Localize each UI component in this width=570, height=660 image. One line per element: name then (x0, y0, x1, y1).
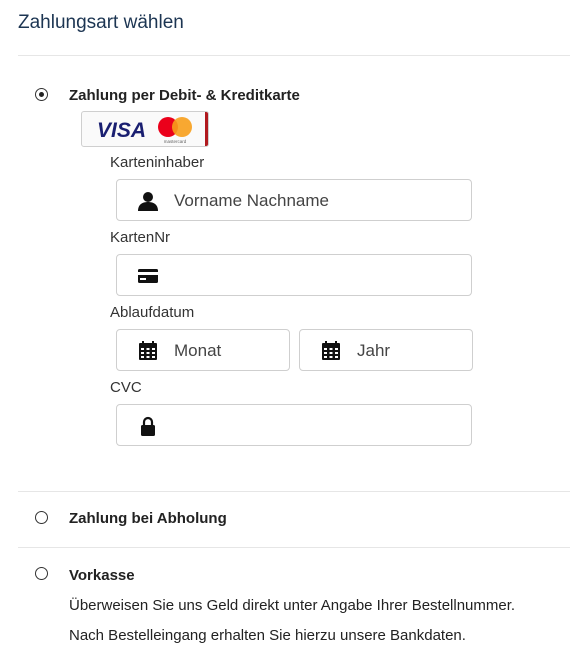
card-logos: VISA mastercard (81, 111, 209, 147)
page-title: Zahlungsart wählen (18, 12, 184, 33)
cardholder-input[interactable]: Vorname Nachname (116, 179, 472, 221)
cvc-input[interactable] (116, 404, 472, 446)
expiry-month-input[interactable]: Monat (116, 329, 290, 371)
prepayment-description-line-2: Nach Bestelleingang erhalten Sie hierzu … (69, 627, 466, 644)
card-number-label: KartenNr (110, 229, 171, 246)
expiry-year-input[interactable]: Jahr (299, 329, 473, 371)
calendar-icon (139, 341, 157, 360)
cvc-label: CVC (110, 379, 142, 396)
lock-icon (141, 416, 155, 436)
card-number-input[interactable] (116, 254, 472, 296)
expiry-year-placeholder: Jahr (357, 341, 391, 360)
prepayment-description-line-1: Überweisen Sie uns Geld direkt unter Ang… (69, 597, 516, 614)
calendar-icon (322, 341, 340, 360)
visa-logo: VISA (97, 119, 146, 142)
divider (18, 547, 570, 548)
mastercard-logo: mastercard (158, 117, 192, 144)
radio-pickup[interactable] (35, 511, 48, 524)
option-label-prepayment: Vorkasse (69, 567, 135, 584)
radio-prepayment[interactable] (35, 567, 48, 580)
radio-card[interactable] (35, 88, 48, 101)
cardholder-label: Karteninhaber (110, 154, 205, 171)
divider (18, 491, 570, 492)
option-label-card: Zahlung per Debit- & Kreditkarte (69, 87, 300, 104)
expiry-label: Ablaufdatum (110, 304, 195, 321)
cardholder-placeholder: Vorname Nachname (174, 191, 329, 210)
divider (18, 55, 570, 56)
expiry-month-placeholder: Monat (174, 341, 222, 360)
option-label-pickup: Zahlung bei Abholung (69, 510, 227, 527)
svg-text:mastercard: mastercard (164, 139, 187, 144)
credit-card-icon (138, 269, 158, 283)
user-icon (138, 192, 158, 211)
